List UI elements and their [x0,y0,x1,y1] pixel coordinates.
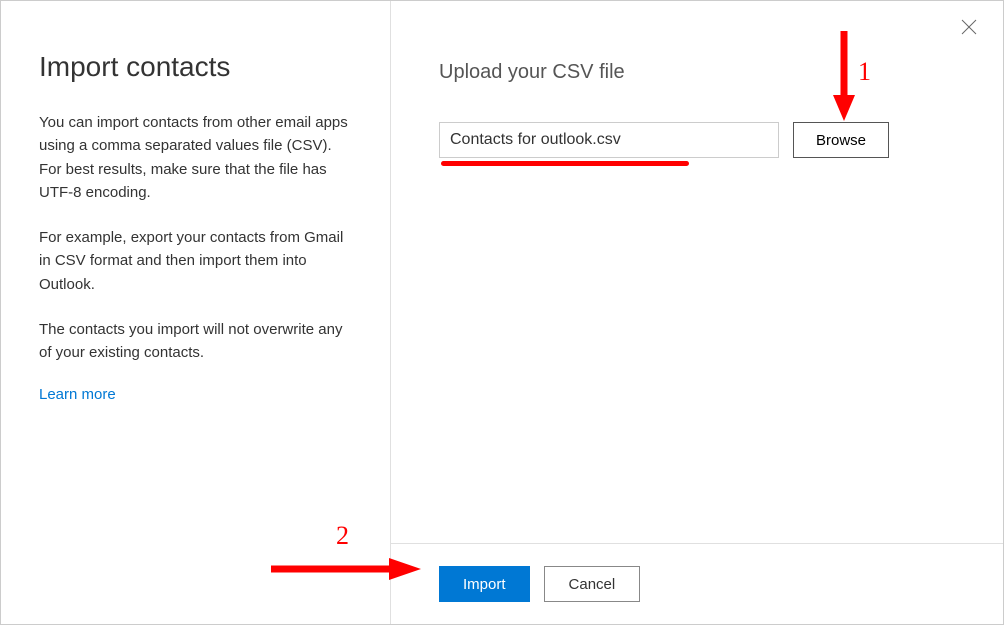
description-paragraph-2: For example, export your contacts from G… [39,226,352,296]
upload-label: Upload your CSV file [439,61,955,84]
description-paragraph-3: The contacts you import will not overwri… [39,318,352,365]
close-icon [961,19,977,35]
description-paragraph-1: You can import contacts from other email… [39,111,352,204]
import-button[interactable]: Import [439,566,530,602]
footer: Import Cancel [391,543,1003,624]
annotation-label-2: 2 [336,521,349,551]
upload-row: Browse [439,122,955,158]
browse-button[interactable]: Browse [793,122,889,158]
main-panel: Upload your CSV file Browse Import Cance… [391,1,1003,624]
file-input[interactable] [439,122,779,158]
cancel-button[interactable]: Cancel [544,566,641,602]
page-title: Import contacts [39,51,352,83]
annotation-underline [441,161,689,166]
annotation-label-1: 1 [858,57,871,87]
learn-more-link[interactable]: Learn more [39,386,116,403]
close-button[interactable] [957,15,981,39]
sidebar: Import contacts You can import contacts … [1,1,391,624]
